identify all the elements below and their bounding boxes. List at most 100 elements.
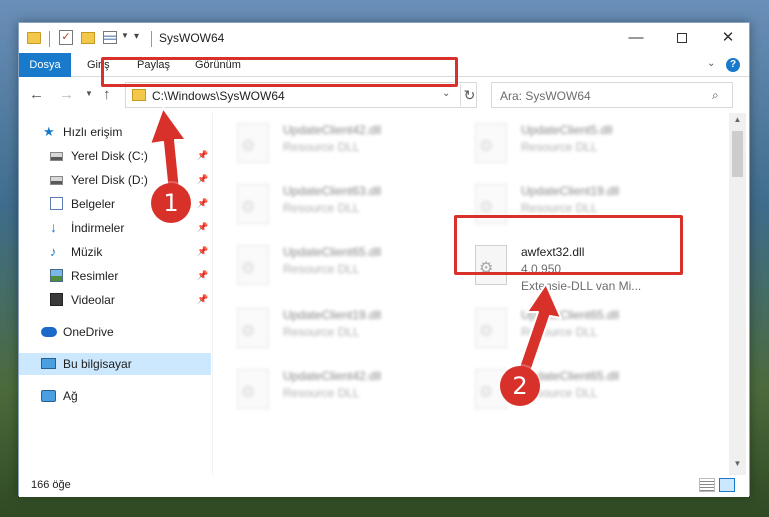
dll-file-icon	[237, 369, 269, 409]
picture-icon	[50, 269, 63, 282]
help-icon[interactable]: ?	[726, 58, 740, 72]
customize-quick-access-icon[interactable]: ▾	[134, 31, 144, 42]
address-path[interactable]: C:\Windows\SysWOW64	[152, 89, 285, 103]
file-name: UpdateClient42.dll	[283, 123, 382, 137]
sidebar-item-this-pc[interactable]: Bu bilgisayar	[19, 353, 211, 375]
navigation-pane: ★ Hızlı erişim Yerel Disk (C:) 📌 Yerel D…	[19, 113, 213, 475]
computer-icon	[41, 358, 56, 369]
properties-icon[interactable]	[103, 31, 117, 44]
close-button[interactable]: ✕	[705, 23, 751, 53]
file-name: UpdateClient65.dll	[521, 308, 620, 322]
maximize-button[interactable]	[659, 23, 705, 53]
folder-icon	[132, 89, 146, 101]
expand-ribbon-icon[interactable]: ⌄	[707, 58, 715, 69]
dll-file-icon	[237, 308, 269, 348]
dll-file-icon	[475, 308, 507, 348]
forward-arrow-icon[interactable]: →	[59, 86, 74, 103]
toolbar-divider	[49, 31, 50, 47]
file-type: Resource DLL	[521, 201, 598, 215]
scroll-up-icon[interactable]: ▲	[729, 115, 746, 124]
download-icon: ↓	[50, 219, 57, 235]
sidebar-item-music[interactable]: ♪ Müzik 📌	[19, 241, 211, 263]
file-name: UpdateClient42.dll	[283, 369, 382, 383]
file-type: Resource DLL	[283, 262, 360, 276]
sidebar-item-label: Bu bilgisayar	[63, 357, 132, 371]
new-folder-icon[interactable]	[81, 32, 95, 44]
properties-check-icon[interactable]: ✓	[59, 30, 73, 45]
sidebar-item-label: Hızlı erişim	[63, 125, 123, 139]
dll-file-icon	[475, 123, 507, 163]
file-item[interactable]: UpdateClient65.dll Resource DLL	[453, 363, 683, 415]
recent-locations-icon[interactable]: ▼	[85, 89, 93, 98]
file-item[interactable]: UpdateClient42.dll Resource DLL	[215, 117, 445, 169]
file-item[interactable]: UpdateClient19.dll Resource DLL	[215, 302, 445, 354]
pin-icon[interactable]: 📌	[197, 294, 208, 305]
document-icon	[50, 197, 63, 210]
step-1-badge: 1	[151, 183, 191, 223]
search-input[interactable]: Ara: SysWOW64	[500, 89, 591, 103]
item-count: 166 öğe	[31, 479, 71, 491]
pin-icon[interactable]: 📌	[197, 246, 208, 257]
file-type: Resource DLL	[283, 140, 360, 154]
sidebar-item-downloads[interactable]: ↓ İndirmeler 📌	[19, 217, 211, 239]
step-2-badge: 2	[500, 366, 540, 406]
file-name: UpdateClient65.dll	[283, 245, 382, 259]
large-icons-view-icon[interactable]	[719, 478, 735, 492]
dll-file-icon	[237, 123, 269, 163]
pin-icon[interactable]: 📌	[197, 270, 208, 281]
sidebar-item-pictures[interactable]: Resimler 📌	[19, 265, 211, 287]
minimize-button[interactable]: —	[613, 23, 659, 53]
file-highlight-box	[454, 215, 683, 275]
star-icon: ★	[43, 124, 55, 139]
file-type: Resource DLL	[521, 325, 598, 339]
sidebar-item-label: Ağ	[63, 389, 78, 403]
file-item[interactable]: UpdateClient5.dll Resource DLL	[453, 117, 683, 169]
pin-icon[interactable]: 📌	[197, 222, 208, 233]
pin-icon[interactable]: 📌	[197, 174, 208, 185]
file-item[interactable]: UpdateClient42.dll Resource DLL	[215, 363, 445, 415]
sidebar-item-label: Müzik	[71, 245, 103, 259]
scroll-thumb[interactable]	[732, 131, 743, 177]
file-item[interactable]: UpdateClient65.dll Resource DLL	[453, 302, 683, 354]
music-icon: ♪	[50, 244, 57, 259]
sidebar-item-label: Belgeler	[71, 197, 116, 211]
tab-file[interactable]: Dosya	[19, 53, 71, 77]
video-icon	[50, 293, 63, 306]
maximize-icon	[677, 33, 687, 44]
folder-icon	[27, 32, 41, 44]
pin-icon[interactable]: 📌	[197, 198, 208, 209]
toolbar-divider	[151, 31, 152, 47]
vertical-scrollbar[interactable]: ▲ ▼	[729, 113, 746, 475]
chevron-down-icon[interactable]: ▼	[121, 31, 129, 47]
network-icon	[41, 390, 56, 402]
back-arrow-icon[interactable]: ←	[29, 86, 44, 103]
window-title: SysWOW64	[159, 31, 225, 45]
scroll-down-icon[interactable]: ▼	[729, 459, 746, 468]
details-view-icon[interactable]	[699, 478, 715, 492]
file-item[interactable]: UpdateClient63.dll Resource DLL	[215, 178, 445, 230]
search-icon[interactable]: ⌕	[712, 88, 719, 103]
sidebar-item-onedrive[interactable]: OneDrive	[19, 321, 211, 343]
sidebar-item-label: OneDrive	[63, 325, 114, 339]
sidebar-item-local-disk-c[interactable]: Yerel Disk (C:) 📌	[19, 145, 211, 167]
title-bar: ✓ ▼ ▾ SysWOW64 — ✕	[19, 23, 749, 53]
sidebar-item-videos[interactable]: Videolar 📌	[19, 289, 211, 311]
pin-icon[interactable]: 📌	[197, 150, 208, 161]
search-box[interactable]: Ara: SysWOW64 ⌕	[491, 82, 733, 108]
file-type: Extensie-DLL van Mi...	[521, 279, 642, 293]
file-name: UpdateClient5.dll	[521, 123, 613, 137]
sidebar-item-label: Videolar	[71, 293, 115, 307]
disk-icon	[50, 176, 63, 185]
file-name: UpdateClient19.dll	[521, 184, 620, 198]
chevron-down-icon[interactable]: ⌄	[442, 88, 450, 99]
sidebar-item-network[interactable]: Ağ	[19, 385, 211, 407]
sidebar-item-quick-access[interactable]: ★ Hızlı erişim	[19, 121, 211, 143]
file-item[interactable]: UpdateClient65.dll Resource DLL	[215, 239, 445, 291]
sidebar-item-label: Resimler	[71, 269, 119, 283]
dll-file-icon	[237, 245, 269, 285]
file-type: Resource DLL	[521, 140, 598, 154]
file-type: Resource DLL	[283, 325, 360, 339]
up-arrow-icon[interactable]: ↑	[103, 86, 111, 103]
refresh-icon[interactable]: ↻	[460, 84, 478, 106]
file-type: Resource DLL	[283, 201, 360, 215]
